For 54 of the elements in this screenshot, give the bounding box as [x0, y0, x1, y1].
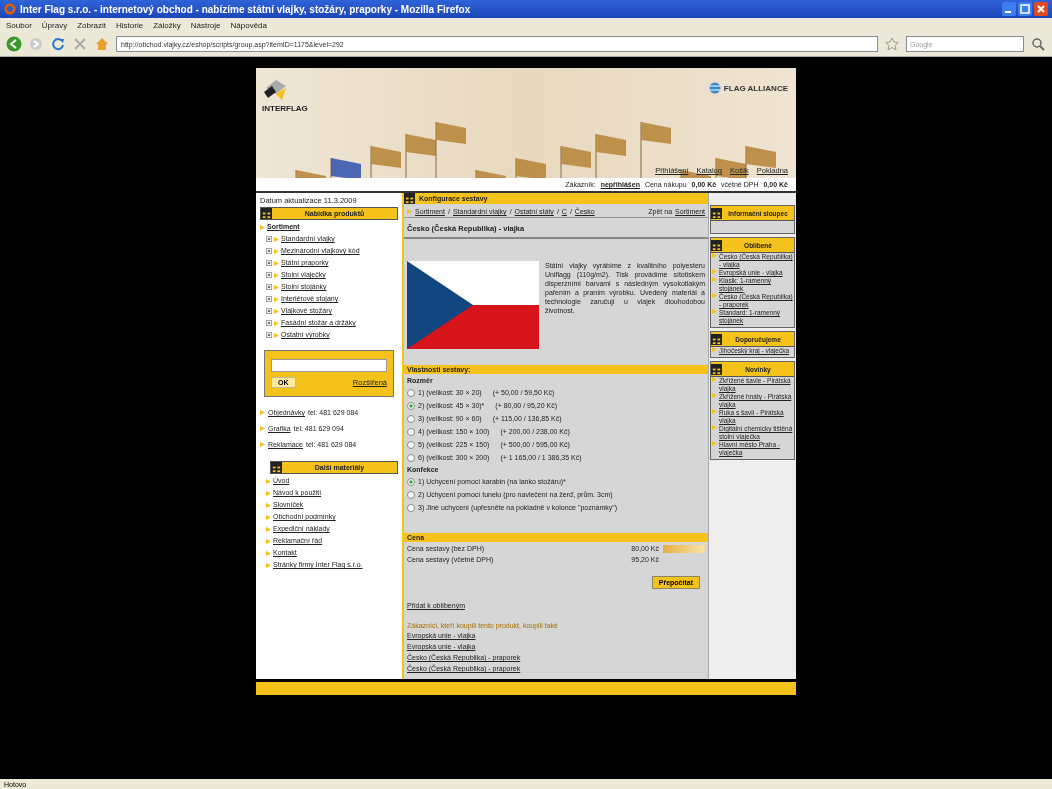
arrow-icon — [260, 426, 265, 431]
menu-item[interactable]: Úpravy — [41, 20, 68, 30]
grid-icon — [261, 208, 272, 219]
arrow-icon — [260, 224, 265, 230]
search-input[interactable] — [271, 359, 387, 372]
expand-icon[interactable] — [266, 236, 272, 242]
menu-item[interactable]: Historie — [116, 20, 144, 30]
arrow-icon — [407, 209, 412, 214]
arrow-icon — [712, 441, 717, 446]
arrow-icon — [712, 293, 717, 298]
expand-icon[interactable] — [266, 332, 272, 338]
radio-button[interactable] — [407, 440, 415, 449]
reload-icon[interactable] — [50, 36, 66, 52]
expand-icon[interactable] — [266, 248, 272, 254]
radio-button[interactable] — [407, 503, 415, 512]
window-title: Inter Flag s.r.o. - internetový obchod - nabízíme státní vlajky, stožáry, praporky - Mozilla Firefox — [20, 3, 472, 15]
star-icon[interactable] — [884, 36, 900, 52]
browser-logo-icon — [4, 3, 16, 15]
radio-button[interactable] — [407, 401, 415, 410]
arrow-icon — [712, 309, 717, 314]
expand-icon[interactable] — [266, 284, 272, 290]
radio-button[interactable] — [407, 414, 415, 423]
radio-button[interactable] — [407, 453, 415, 462]
minimize-icon[interactable] — [1002, 2, 1016, 16]
menu-item[interactable]: Nástroje — [190, 20, 221, 30]
grid-icon — [271, 462, 282, 473]
search-icon[interactable] — [1030, 36, 1046, 52]
maximize-icon[interactable] — [1018, 2, 1032, 16]
home-icon[interactable] — [94, 36, 110, 52]
arrow-icon — [260, 442, 265, 447]
close-icon[interactable] — [1034, 2, 1048, 16]
expand-icon[interactable] — [266, 308, 272, 314]
price-graphic — [663, 544, 705, 553]
arrow-icon — [712, 409, 717, 414]
stop-icon[interactable] — [72, 36, 88, 52]
radio-button[interactable] — [407, 477, 415, 486]
back-icon[interactable] — [6, 36, 22, 52]
expand-icon[interactable] — [266, 272, 272, 278]
menu-item[interactable]: Zobrazit — [77, 20, 107, 30]
globe-icon — [708, 82, 721, 94]
menu-item[interactable]: Soubor — [6, 20, 32, 30]
radio-button[interactable] — [407, 427, 415, 436]
menu-item[interactable]: Nápověda — [230, 20, 267, 30]
arrow-icon — [712, 393, 717, 398]
menu-item[interactable]: Záložky — [153, 20, 181, 30]
partner-logo-text: FLAG ALLIANCE — [723, 83, 788, 93]
logo-text: INTERFLAG — [262, 104, 308, 113]
arrow-icon — [260, 410, 265, 415]
expand-icon[interactable] — [266, 296, 272, 302]
expand-icon[interactable] — [266, 320, 272, 326]
expand-icon[interactable] — [266, 260, 272, 266]
radio-button[interactable] — [407, 388, 415, 397]
radio-button[interactable] — [407, 490, 415, 499]
arrow-icon — [712, 425, 717, 430]
